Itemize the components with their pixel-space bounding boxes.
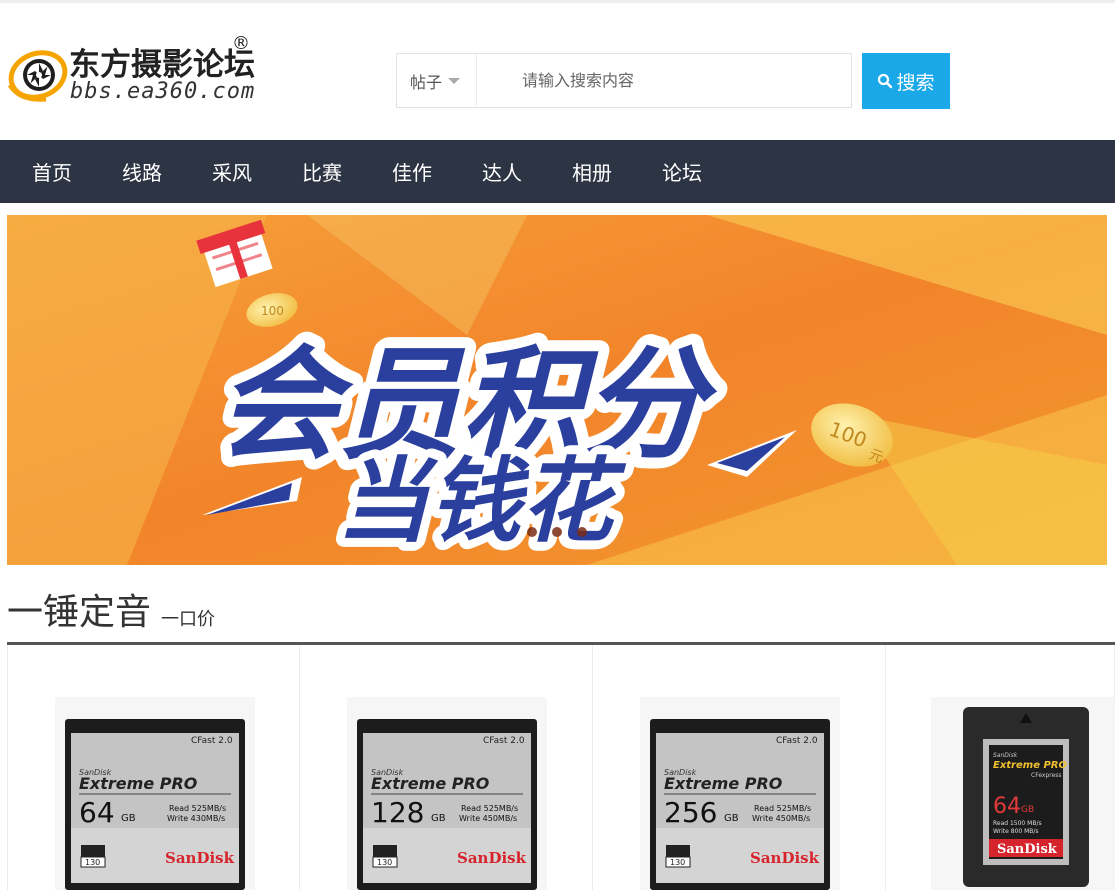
card-series: Extreme PRO [79, 774, 198, 793]
nav-item-contest[interactable]: 比赛 [277, 140, 367, 203]
registered-mark: ® [232, 33, 250, 54]
cfast-card-image: CFast 2.0 SanDisk Extreme PRO 256 GB Rea… [650, 719, 830, 890]
card-read-speed: Read 525MB/s [169, 804, 226, 813]
nav-item-forum[interactable]: 论坛 [637, 140, 727, 203]
card-format: CFast 2.0 [483, 736, 525, 746]
main-nav: 首页 线路 采风 比赛 佳作 达人 相册 论坛 [0, 140, 1115, 203]
promo-banner[interactable]: 100 100 元 会员积分 会员积分 当钱花 当钱花 [7, 215, 1107, 565]
cfast-card-image: CFast 2.0 SanDisk Extreme PRO 128 GB Rea… [357, 719, 537, 890]
search-type-dropdown[interactable]: 帖子 [397, 54, 477, 107]
carousel-dots [527, 527, 587, 537]
search-button-label: 搜索 [896, 71, 935, 94]
card-vpg: 130 [85, 858, 100, 867]
card-vpg: 130 [377, 858, 392, 867]
nav-item-works[interactable]: 佳作 [367, 140, 457, 203]
section-title: 一锤定音 [7, 592, 152, 633]
card-unit: GB [121, 813, 136, 824]
card-brand-logo: SanDisk [997, 842, 1058, 857]
cfast-card-image: CFast 2.0 SanDisk Extreme PRO 64 GB Read… [65, 719, 245, 890]
card-brand-logo: SanDisk [165, 849, 235, 867]
search-type-label: 帖子 [410, 72, 443, 92]
search-icon [878, 73, 893, 89]
search-button[interactable]: 搜索 [862, 53, 950, 109]
product-card[interactable]: CFast 2.0 SanDisk Extreme PRO 64 GB Read… [7, 645, 300, 890]
product-image[interactable]: CFast 2.0 SanDisk Extreme PRO 64 GB Read… [55, 697, 255, 890]
cfexpress-card-image: SanDisk Extreme PRO CFexpress 64 GB Read… [963, 707, 1089, 887]
section-subtitle: 一口价 [161, 609, 216, 630]
card-brand-logo: SanDisk [750, 849, 820, 867]
product-image[interactable]: CFast 2.0 SanDisk Extreme PRO 128 GB Rea… [347, 697, 547, 890]
card-series: Extreme PRO [664, 774, 783, 793]
carousel-dot-3[interactable] [577, 527, 587, 537]
card-write-speed: Write 430MB/s [167, 814, 225, 823]
card-capacity: 256 [664, 796, 717, 829]
card-unit: GB [1021, 805, 1034, 815]
card-brand-logo: SanDisk [457, 849, 527, 867]
product-card[interactable]: CFast 2.0 SanDisk Extreme PRO 256 GB Rea… [593, 645, 886, 890]
card-format: CFexpress [1031, 772, 1062, 779]
product-image[interactable]: SanDisk Extreme PRO CFexpress 64 GB Read… [931, 697, 1115, 890]
banner-artwork: 100 100 元 会员积分 会员积分 当钱花 当钱花 [7, 215, 1107, 565]
card-capacity: 128 [371, 796, 424, 829]
card-capacity: 64 [993, 794, 1021, 819]
card-unit: GB [431, 813, 446, 824]
card-format: CFast 2.0 [191, 736, 233, 746]
card-write-speed: Write 800 MB/s [993, 828, 1039, 835]
nav-item-home[interactable]: 首页 [7, 140, 97, 203]
aperture-icon [7, 50, 68, 102]
card-write-speed: Write 450MB/s [459, 814, 517, 823]
search-box: 帖子 [396, 53, 852, 108]
carousel-dot-2[interactable] [552, 527, 562, 537]
site-name: 东方摄影论坛 [69, 47, 255, 83]
carousel-dot-1[interactable] [527, 527, 537, 537]
product-image[interactable]: CFast 2.0 SanDisk Extreme PRO 256 GB Rea… [640, 697, 840, 890]
site-domain: bbs.ea360.com [70, 79, 256, 104]
nav-item-outing[interactable]: 采风 [187, 140, 277, 203]
banner-subline: 当钱花 [331, 448, 634, 555]
card-read-speed: Read 1500 MB/s [993, 820, 1042, 827]
header: 东方摄影论坛 ® bbs.ea360.com 帖子 搜索 [0, 3, 1115, 140]
search-input[interactable] [478, 54, 850, 107]
nav-item-routes[interactable]: 线路 [97, 140, 187, 203]
card-vpg: 130 [670, 858, 685, 867]
card-format: CFast 2.0 [776, 736, 818, 746]
card-write-speed: Write 450MB/s [752, 814, 810, 823]
card-unit: GB [724, 813, 739, 824]
product-card[interactable]: SanDisk Extreme PRO CFexpress 64 GB Read… [886, 645, 1115, 890]
section-heading: 一锤定音 一口价 [7, 585, 215, 635]
card-series: Extreme PRO [371, 774, 490, 793]
product-list: CFast 2.0 SanDisk Extreme PRO 64 GB Read… [7, 645, 1115, 890]
card-brand-small: SanDisk [993, 752, 1018, 759]
caret-down-icon [448, 77, 461, 84]
site-logo[interactable]: 东方摄影论坛 ® bbs.ea360.com [6, 33, 256, 109]
card-read-speed: Read 525MB/s [754, 804, 811, 813]
nav-item-experts[interactable]: 达人 [457, 140, 547, 203]
card-read-speed: Read 525MB/s [461, 804, 518, 813]
nav-item-albums[interactable]: 相册 [547, 140, 637, 203]
coin-value-small: 100 [261, 304, 284, 318]
product-card[interactable]: CFast 2.0 SanDisk Extreme PRO 128 GB Rea… [300, 645, 593, 890]
card-capacity: 64 [79, 796, 115, 829]
card-series: Extreme PRO [993, 760, 1067, 771]
